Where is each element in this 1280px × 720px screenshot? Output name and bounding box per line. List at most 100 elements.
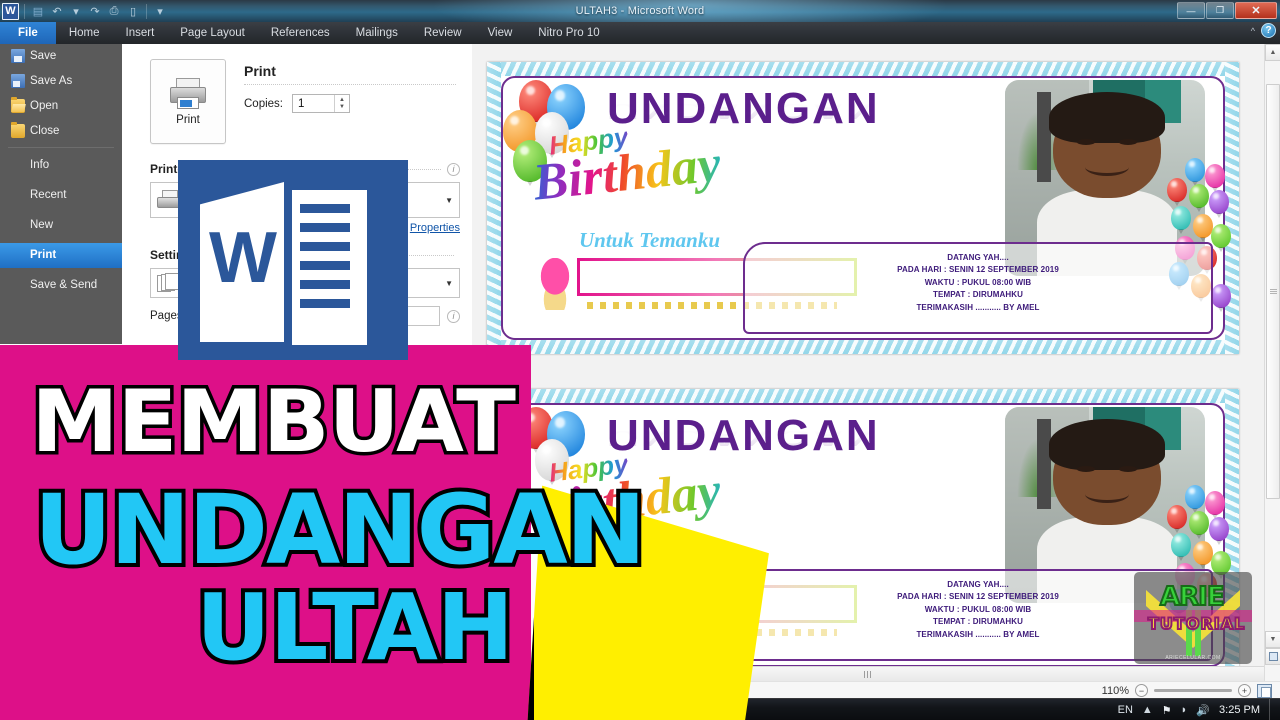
- zoom-to-page-icon[interactable]: [1257, 683, 1272, 698]
- card-title-reflection: UNDANGAN: [607, 97, 880, 124]
- tab-file[interactable]: File: [0, 22, 56, 44]
- restore-button[interactable]: ❐: [1206, 2, 1234, 19]
- backstage-view: Save Save As Open Close Info Recent New …: [0, 44, 1280, 699]
- help-icon[interactable]: ?: [1261, 23, 1276, 38]
- show-desktop-button[interactable]: [1269, 699, 1276, 720]
- system-tray[interactable]: EN ▲ ⚑ ◗ 🔊 3:25 PM: [1118, 699, 1276, 720]
- sidebar-item-new[interactable]: New: [0, 213, 122, 238]
- customize-qat-icon[interactable]: ▾: [152, 3, 168, 19]
- backstage-sidebar[interactable]: Save Save As Open Close Info Recent New …: [0, 44, 131, 344]
- card-details-text: DATANG YAH.... PADA HARI : SENIN 12 SEPT…: [745, 579, 1211, 641]
- sidebar-item-open[interactable]: Open: [0, 94, 122, 119]
- ribbon-right-controls[interactable]: ^ ?: [1251, 23, 1276, 38]
- pages-input[interactable]: [192, 306, 440, 326]
- save-icon[interactable]: ▤: [30, 3, 46, 19]
- chevron-down-icon[interactable]: ▼: [445, 279, 453, 288]
- detail-line: PADA HARI : SENIN 12 SEPTEMBER 2019: [897, 265, 1059, 275]
- scrollbar-thumb[interactable]: [1266, 84, 1280, 499]
- card-border-left: [487, 389, 501, 681]
- printer-select[interactable]: ▼: [150, 182, 460, 218]
- sidebar-item-label: Save & Send: [30, 279, 98, 291]
- collapse-ribbon-icon[interactable]: ^: [1251, 26, 1255, 36]
- sidebar-item-label: Info: [30, 159, 50, 171]
- sidebar-item-save-as[interactable]: Save As: [0, 69, 122, 94]
- tab-view[interactable]: View: [475, 22, 526, 44]
- sidebar-item-label: Print: [30, 249, 57, 261]
- zoom-in-button[interactable]: +: [1238, 684, 1251, 697]
- quick-access-toolbar[interactable]: W ▤ ↶ ▾ ↷ ⎙ ▯ ▾: [2, 1, 168, 21]
- ribbon-tab-strip[interactable]: File Home Insert Page Layout References …: [0, 22, 1280, 44]
- close-folder-icon: [11, 122, 25, 138]
- print-heading-rule: [244, 84, 456, 85]
- open-folder-icon: [11, 97, 25, 113]
- action-center-flag-icon[interactable]: ⚑: [1162, 704, 1172, 717]
- detail-line: TERIMAKASIH ........... BY AMEL: [916, 629, 1040, 639]
- zoom-out-button[interactable]: −: [1135, 684, 1148, 697]
- qat-divider: [24, 3, 25, 19]
- preview-page-2: UNDANGAN UNDANGAN Happy Birthday Untuk T…: [487, 389, 1239, 681]
- preview-page-1: UNDANGAN UNDANGAN Happy Birthday Untuk T…: [487, 62, 1239, 354]
- settings-section-header: Settings: [150, 248, 460, 262]
- sidebar-item-save[interactable]: Save: [0, 44, 122, 69]
- tab-page-layout[interactable]: Page Layout: [167, 22, 258, 44]
- settings-print-range-select[interactable]: ▼: [150, 268, 460, 298]
- select-browse-object-icon[interactable]: [1265, 648, 1280, 665]
- system-clock[interactable]: 3:25 PM: [1219, 704, 1260, 716]
- sidebar-item-label: Open: [30, 100, 59, 112]
- copies-value[interactable]: 1: [293, 98, 334, 110]
- copies-stepper[interactable]: 1 ▲ ▼: [292, 94, 350, 113]
- detail-line: TEMPAT : DIRUMAHKU: [933, 290, 1023, 300]
- printer-info-icon[interactable]: i: [447, 162, 460, 176]
- language-indicator[interactable]: EN: [1118, 704, 1133, 716]
- show-hidden-icons-icon[interactable]: ▲: [1142, 704, 1153, 716]
- word-app-icon[interactable]: W: [2, 2, 19, 20]
- detail-line: DATANG YAH....: [947, 253, 1009, 262]
- card-title-reflection: UNDANGAN: [607, 424, 880, 451]
- undo-icon[interactable]: ↶: [49, 3, 65, 19]
- scroll-up-icon[interactable]: ▲: [1265, 44, 1280, 61]
- pages-icon: [157, 272, 181, 294]
- sidebar-item-info[interactable]: Info: [0, 153, 122, 178]
- network-icon[interactable]: ◗: [1181, 704, 1188, 716]
- pages-info-icon[interactable]: i: [447, 309, 460, 323]
- tab-insert[interactable]: Insert: [113, 22, 168, 44]
- card-details-text: DATANG YAH.... PADA HARI : SENIN 12 SEPT…: [745, 252, 1211, 314]
- tab-references[interactable]: References: [258, 22, 343, 44]
- print-button[interactable]: Print: [150, 59, 226, 144]
- copies-spin-arrows[interactable]: ▲ ▼: [334, 95, 349, 112]
- tab-mailings[interactable]: Mailings: [343, 22, 411, 44]
- sidebar-item-save-and-send[interactable]: Save & Send: [0, 273, 122, 298]
- card-border-bottom: [487, 340, 1239, 354]
- card-border-top: [487, 62, 1239, 76]
- zoom-slider[interactable]: [1154, 689, 1232, 692]
- print-preview-icon[interactable]: ⎙: [106, 3, 122, 19]
- minimize-button[interactable]: —: [1177, 2, 1205, 19]
- save-icon: [11, 49, 25, 63]
- detail-line: WAKTU : PUKUL 08:00 WIB: [924, 277, 1032, 287]
- redo-icon[interactable]: ↷: [87, 3, 103, 19]
- word-application-window: W ▤ ↶ ▾ ↷ ⎙ ▯ ▾ ULTAH3 - Microsoft Word …: [0, 0, 1280, 720]
- sidebar-item-close[interactable]: Close: [0, 119, 122, 144]
- window-controls[interactable]: — ❐ ✕: [1177, 2, 1277, 19]
- volume-icon[interactable]: 🔊: [1196, 704, 1210, 717]
- copies-row: Copies: 1 ▲ ▼: [244, 94, 456, 113]
- save-as-icon: [11, 74, 25, 88]
- sidebar-item-recent[interactable]: Recent: [0, 183, 122, 208]
- copies-label: Copies:: [244, 97, 283, 110]
- tab-home[interactable]: Home: [56, 22, 113, 44]
- tab-review[interactable]: Review: [411, 22, 475, 44]
- undo-dropdown-icon[interactable]: ▾: [68, 3, 84, 19]
- windows-taskbar[interactable]: EN ▲ ⚑ ◗ 🔊 3:25 PM: [0, 698, 1280, 720]
- scroll-down-icon[interactable]: ▼: [1265, 631, 1280, 648]
- close-button[interactable]: ✕: [1235, 2, 1277, 19]
- sidebar-item-label: New: [30, 219, 54, 231]
- printer-properties-link[interactable]: Properties: [150, 222, 460, 234]
- sidebar-item-print[interactable]: Print: [0, 243, 131, 268]
- preview-horizontal-scrollbar[interactable]: [472, 666, 1264, 681]
- card-subtitle: Untuk Temanku: [579, 228, 721, 252]
- tab-nitro-pro-10[interactable]: Nitro Pro 10: [525, 22, 612, 44]
- preview-vertical-scrollbar[interactable]: ▲ ▼ ▶: [1264, 44, 1280, 683]
- new-document-icon[interactable]: ▯: [125, 3, 141, 19]
- pages-row: Pages: i: [150, 306, 460, 326]
- chevron-down-icon[interactable]: ▼: [445, 196, 453, 205]
